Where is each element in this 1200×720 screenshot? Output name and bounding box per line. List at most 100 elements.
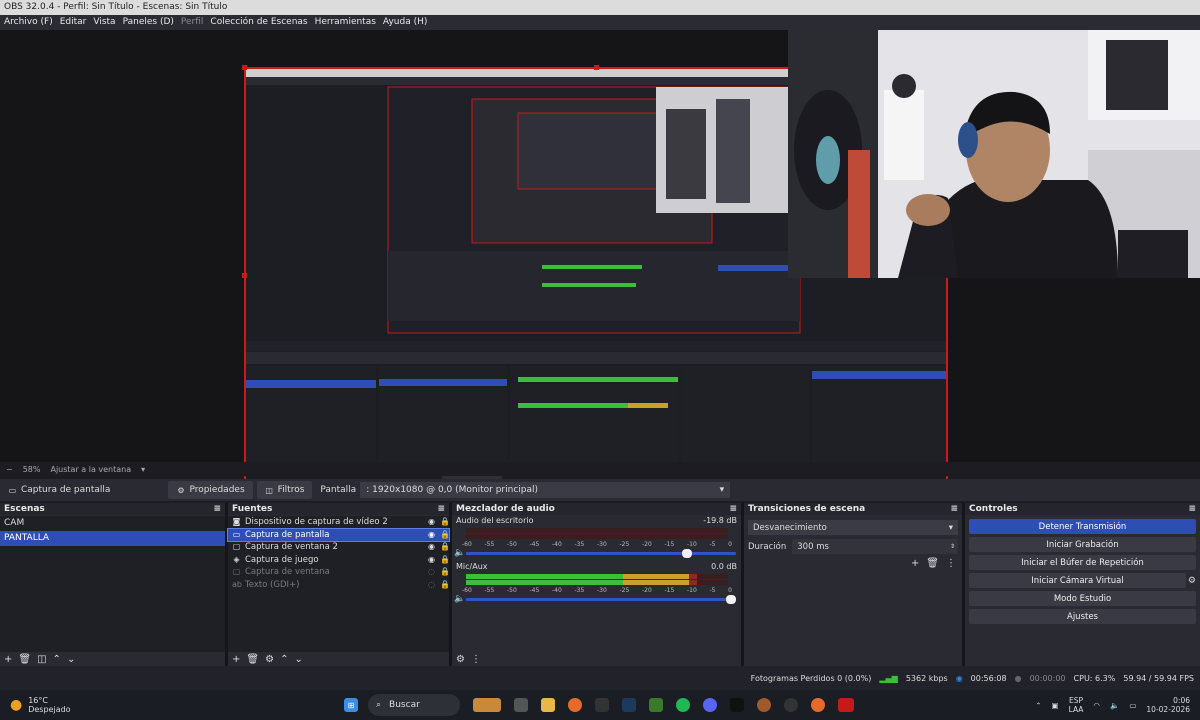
source-item[interactable]: ▢ Captura de ventana 2 ◉ 🔒: [228, 541, 450, 554]
zoom-dropdown-icon[interactable]: ▾: [141, 465, 145, 474]
lock-icon[interactable]: 🔒: [440, 516, 450, 529]
chevron-up-icon[interactable]: ⌃: [1035, 701, 1041, 710]
settings-button[interactable]: Ajustes: [969, 609, 1196, 624]
spinner-icon[interactable]: ⇕: [950, 543, 955, 550]
app-icon[interactable]: [838, 698, 854, 712]
speaker-icon[interactable]: 🔈: [454, 594, 465, 604]
properties-button[interactable]: ⚙ Propiedades: [168, 481, 253, 499]
preview-canvas[interactable]: [0, 30, 1200, 487]
eye-icon[interactable]: ◉: [427, 554, 436, 567]
volume-icon[interactable]: 🔈: [1110, 701, 1119, 710]
zoom-out-button[interactable]: −: [6, 465, 13, 474]
lock-icon[interactable]: 🔒: [440, 554, 450, 567]
webcam-overlay[interactable]: [788, 30, 1200, 278]
scale-tick: -60: [462, 541, 472, 548]
eye-icon[interactable]: ◉: [427, 529, 436, 542]
firefox-icon[interactable]: [811, 698, 825, 712]
zoom-fit-label[interactable]: Ajustar a la ventana: [50, 465, 131, 474]
gear-icon[interactable]: ⚙: [265, 654, 274, 665]
search-highlight-icon[interactable]: [473, 698, 501, 712]
volume-slider[interactable]: [466, 549, 736, 558]
app-icon[interactable]: [757, 698, 771, 712]
dock-menu-icon[interactable]: ≡: [437, 503, 445, 515]
menu-paneles[interactable]: Paneles (D): [123, 15, 174, 30]
menu-archivo[interactable]: Archivo (F): [4, 15, 53, 30]
dock-menu-icon[interactable]: ≡: [729, 503, 737, 515]
eye-hidden-icon[interactable]: ◌: [427, 566, 436, 579]
move-down-icon[interactable]: ⌄: [67, 654, 75, 665]
zoom-bar: − 58% Ajustar a la ventana ▾: [0, 462, 1200, 476]
scale-tick: -35: [574, 541, 585, 548]
language-indicator[interactable]: ESP LAA: [1069, 696, 1084, 714]
task-view-icon[interactable]: [514, 698, 528, 712]
trash-icon[interactable]: 🗑: [926, 558, 939, 569]
display-select[interactable]: : 1920x1080 @ 0,0 (Monitor principal) ▾: [360, 482, 731, 498]
move-up-icon[interactable]: ⌃: [280, 654, 288, 665]
eye-icon[interactable]: ◉: [427, 541, 436, 554]
source-item[interactable]: ◈ Captura de juego ◉ 🔒: [228, 554, 450, 567]
add-icon[interactable]: +: [4, 654, 12, 665]
lock-icon[interactable]: 🔒: [440, 566, 450, 579]
resize-handle[interactable]: [242, 65, 247, 70]
source-item[interactable]: ▭ Captura de pantalla ◉ 🔒: [227, 527, 450, 542]
studio-mode-button[interactable]: Modo Estudio: [969, 591, 1196, 606]
stop-streaming-button[interactable]: Detener Transmisión: [969, 519, 1196, 534]
obs-icon[interactable]: [784, 698, 798, 712]
lock-icon[interactable]: 🔒: [440, 579, 450, 592]
weather-widget[interactable]: ● 16°C Despejado: [0, 696, 330, 714]
gear-icon[interactable]: ⚙: [456, 654, 465, 665]
gear-icon[interactable]: ⚙: [1188, 576, 1196, 586]
lock-icon[interactable]: 🔒: [440, 541, 450, 554]
resize-handle[interactable]: [594, 65, 599, 70]
eye-hidden-icon[interactable]: ◌: [427, 579, 436, 592]
tray-app-icon[interactable]: ▣: [1052, 701, 1059, 710]
resize-handle[interactable]: [242, 273, 247, 278]
menu-coleccion-escenas[interactable]: Colección de Escenas: [210, 15, 307, 30]
volume-slider[interactable]: [466, 595, 736, 604]
dock-menu-icon[interactable]: ≡: [1188, 503, 1196, 515]
menu-vista[interactable]: Vista: [93, 15, 115, 30]
trash-icon[interactable]: 🗑: [18, 654, 31, 665]
wifi-icon[interactable]: ◠: [1093, 701, 1100, 710]
menu-ayuda[interactable]: Ayuda (H): [383, 15, 427, 30]
dock-menu-icon[interactable]: ≡: [950, 503, 958, 515]
start-virtual-camera-button[interactable]: Iniciar Cámara Virtual: [969, 573, 1186, 588]
start-recording-button[interactable]: Iniciar Grabación: [969, 537, 1196, 552]
add-icon[interactable]: +: [232, 654, 240, 665]
capcut-icon[interactable]: [730, 698, 744, 712]
duration-input[interactable]: 300 ms ⇕: [792, 539, 958, 554]
add-icon[interactable]: +: [911, 558, 919, 569]
discord-icon[interactable]: [703, 698, 717, 712]
menu-perfil[interactable]: Perfil: [181, 15, 204, 30]
speaker-icon[interactable]: 🔈: [454, 548, 465, 558]
source-item[interactable]: ab Texto (GDI+) ◌ 🔒: [228, 579, 450, 592]
scene-filter-icon[interactable]: ◫: [37, 654, 46, 665]
transition-select[interactable]: Desvanecimiento ▾: [748, 520, 958, 535]
source-item[interactable]: ◙ Dispositivo de captura de vídeo 2 ◉ 🔒: [228, 516, 450, 529]
start-replay-buffer-button[interactable]: Iniciar el Búfer de Repetición: [969, 555, 1196, 570]
nvidia-icon[interactable]: [649, 698, 663, 712]
battery-icon[interactable]: ▭: [1129, 701, 1136, 710]
eye-icon[interactable]: ◉: [427, 516, 436, 529]
taskbar-search[interactable]: ⌕ Buscar: [368, 694, 460, 716]
scene-item-cam[interactable]: CAM: [0, 516, 225, 531]
windows-start-icon[interactable]: ⊞: [344, 698, 358, 712]
menu-editar[interactable]: Editar: [60, 15, 87, 30]
move-up-icon[interactable]: ⌃: [53, 654, 61, 665]
trash-icon[interactable]: 🗑: [246, 654, 259, 665]
file-explorer-icon[interactable]: [541, 698, 555, 712]
more-icon[interactable]: ⋮: [946, 558, 956, 569]
epic-games-icon[interactable]: [595, 698, 609, 712]
filters-button[interactable]: ◫ Filtros: [256, 481, 313, 499]
source-item[interactable]: ▢ Captura de ventana ◌ 🔒: [228, 566, 450, 579]
lock-icon[interactable]: 🔒: [440, 529, 450, 542]
clock[interactable]: 0:06 10-02-2026: [1146, 696, 1190, 714]
menu-herramientas[interactable]: Herramientas: [315, 15, 376, 30]
spotify-icon[interactable]: [676, 698, 690, 712]
move-down-icon[interactable]: ⌄: [294, 654, 302, 665]
firefox-icon[interactable]: [568, 698, 582, 712]
steam-icon[interactable]: [622, 698, 636, 712]
scene-item-pantalla[interactable]: PANTALLA: [0, 531, 225, 546]
dock-menu-icon[interactable]: ≡: [213, 503, 221, 515]
more-icon[interactable]: ⋮: [471, 654, 481, 665]
